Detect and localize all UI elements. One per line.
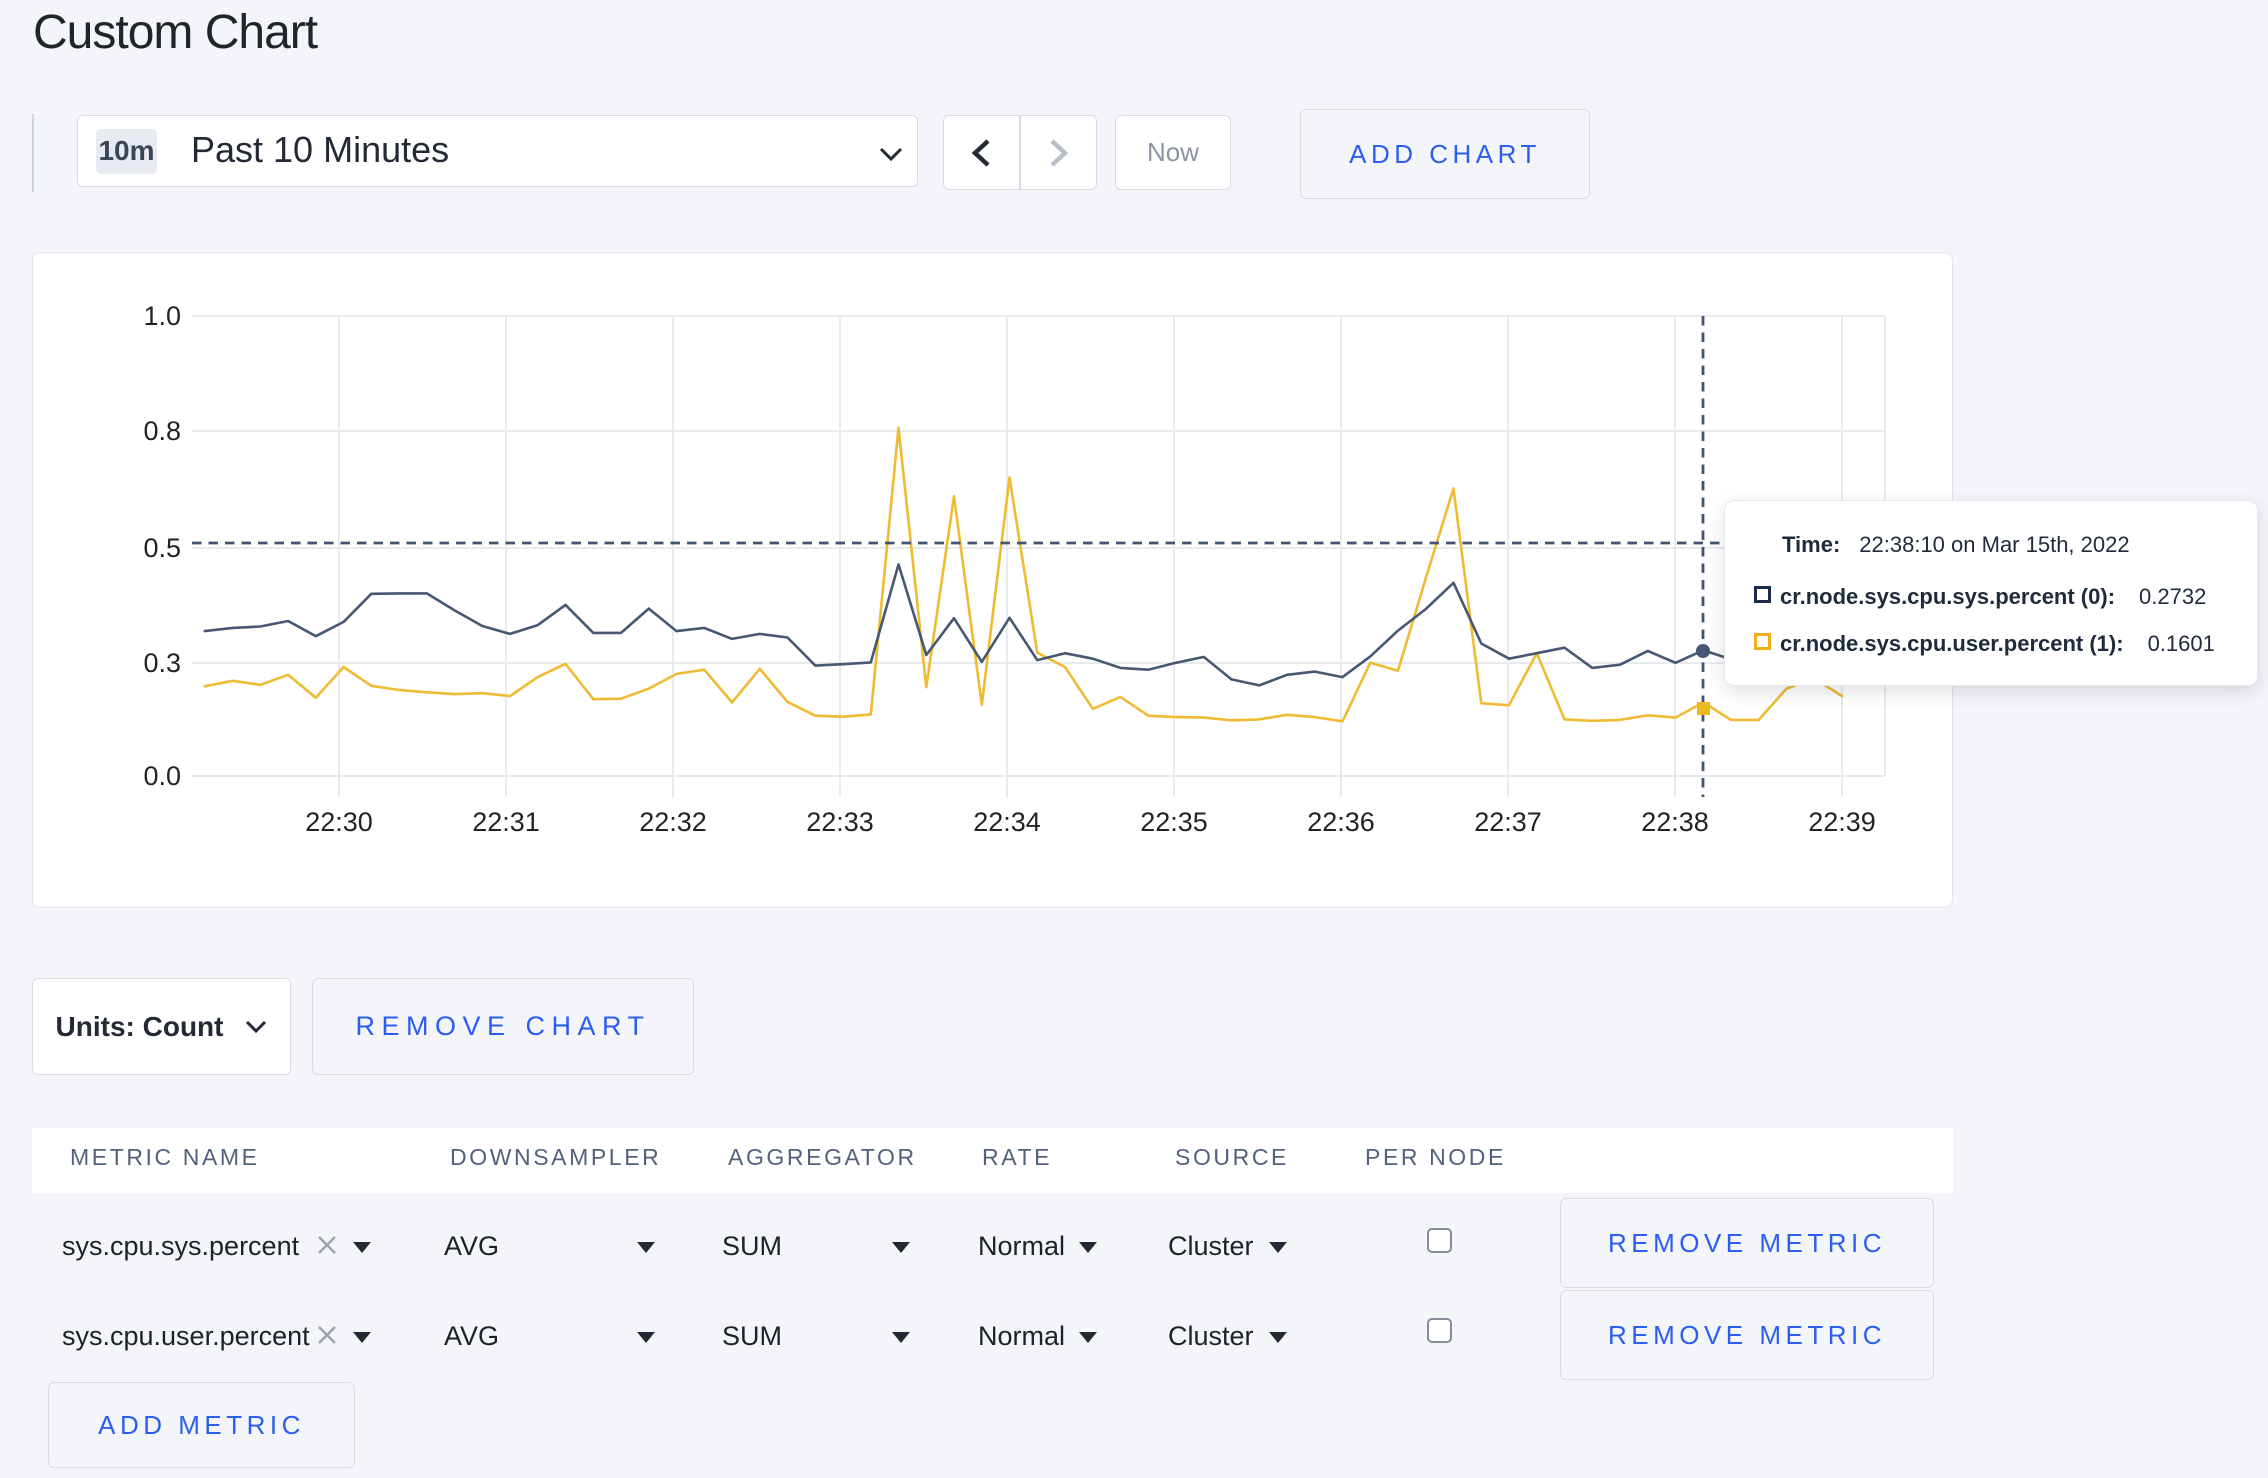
svg-text:0.3: 0.3 xyxy=(143,648,181,678)
svg-text:22:34: 22:34 xyxy=(973,807,1041,837)
svg-text:22:36: 22:36 xyxy=(1307,807,1375,837)
svg-text:22:39: 22:39 xyxy=(1808,807,1876,837)
svg-text:22:32: 22:32 xyxy=(639,807,707,837)
svg-text:0.0: 0.0 xyxy=(143,761,181,791)
svg-text:22:35: 22:35 xyxy=(1140,807,1208,837)
svg-text:0.8: 0.8 xyxy=(143,416,181,446)
svg-text:22:38: 22:38 xyxy=(1641,807,1709,837)
svg-text:22:37: 22:37 xyxy=(1474,807,1542,837)
svg-text:1.0: 1.0 xyxy=(143,301,181,331)
svg-text:22:33: 22:33 xyxy=(806,807,874,837)
svg-text:22:31: 22:31 xyxy=(472,807,540,837)
svg-text:22:30: 22:30 xyxy=(305,807,373,837)
svg-text:0.5: 0.5 xyxy=(143,533,181,563)
